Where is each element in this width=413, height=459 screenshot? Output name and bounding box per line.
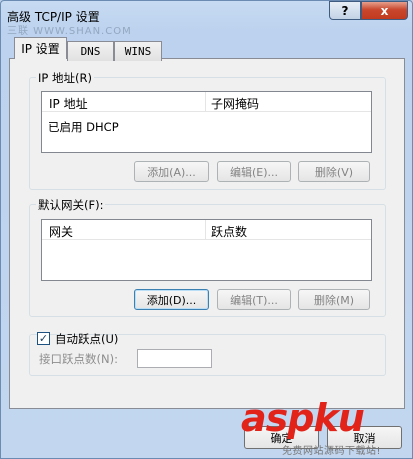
tab-dns-label: DNS [80, 45, 101, 58]
ip-edit-button[interactable]: 编辑(E)... [217, 161, 291, 182]
column-ip-address[interactable]: IP 地址 [49, 95, 88, 112]
aspku-watermark-logo: aspku [241, 396, 365, 440]
advanced-tcpip-dialog: 高级 TCP/IP 设置 三联 WWW.SHAN.COM ? x IP 设置 D… [0, 0, 413, 459]
column-subnet-mask[interactable]: 子网掩码 [211, 95, 259, 112]
column-metric[interactable]: 跃点数 [211, 223, 247, 240]
tab-wins[interactable]: WINS [114, 41, 162, 61]
ip-delete-button[interactable]: 删除(V) [298, 161, 370, 182]
tab-ip-settings-label: IP 设置 [21, 42, 60, 56]
interface-metric-label: 接口跃点数(N): [39, 352, 118, 366]
interface-metric-input[interactable] [137, 349, 212, 368]
tab-dns[interactable]: DNS [67, 41, 114, 61]
automatic-metric-label[interactable]: 自动跃点(U) [55, 331, 118, 347]
automatic-metric-checkbox[interactable]: ✓ [37, 332, 50, 345]
tab-wins-label: WINS [124, 45, 152, 58]
column-gateway[interactable]: 网关 [49, 223, 73, 240]
gateway-add-button[interactable]: 添加(D)... [134, 289, 209, 310]
gateway-delete-button[interactable]: 删除(M) [298, 289, 370, 310]
gateway-edit-button[interactable]: 编辑(T)... [217, 289, 291, 310]
watermark-tagline: 免费网站源码下载站! [282, 446, 382, 457]
ip-list-header: IP 地址 子网掩码 [42, 92, 371, 112]
gateway-list[interactable]: 网关 跃点数 [41, 219, 372, 281]
close-icon: x [380, 3, 389, 18]
ip-address-group-title: IP 地址(R) [36, 70, 94, 86]
list-item[interactable]: 已启用 DHCP [48, 119, 119, 135]
column-divider[interactable] [205, 220, 206, 240]
gateway-list-header: 网关 跃点数 [42, 220, 371, 240]
help-icon: ? [341, 3, 349, 18]
column-divider[interactable] [205, 92, 206, 112]
checkmark-icon: ✓ [38, 332, 49, 345]
tab-ip-settings[interactable]: IP 设置 [14, 37, 67, 59]
help-button[interactable]: ? [329, 1, 361, 20]
faint-overlay-text: 三联 WWW.SHAN.COM [7, 26, 132, 37]
ip-add-button[interactable]: 添加(A)... [134, 161, 209, 182]
ip-address-list[interactable]: IP 地址 子网掩码 已启用 DHCP [41, 91, 372, 153]
default-gateway-group-title: 默认网关(F): [36, 197, 106, 213]
close-button[interactable]: x [361, 1, 408, 20]
